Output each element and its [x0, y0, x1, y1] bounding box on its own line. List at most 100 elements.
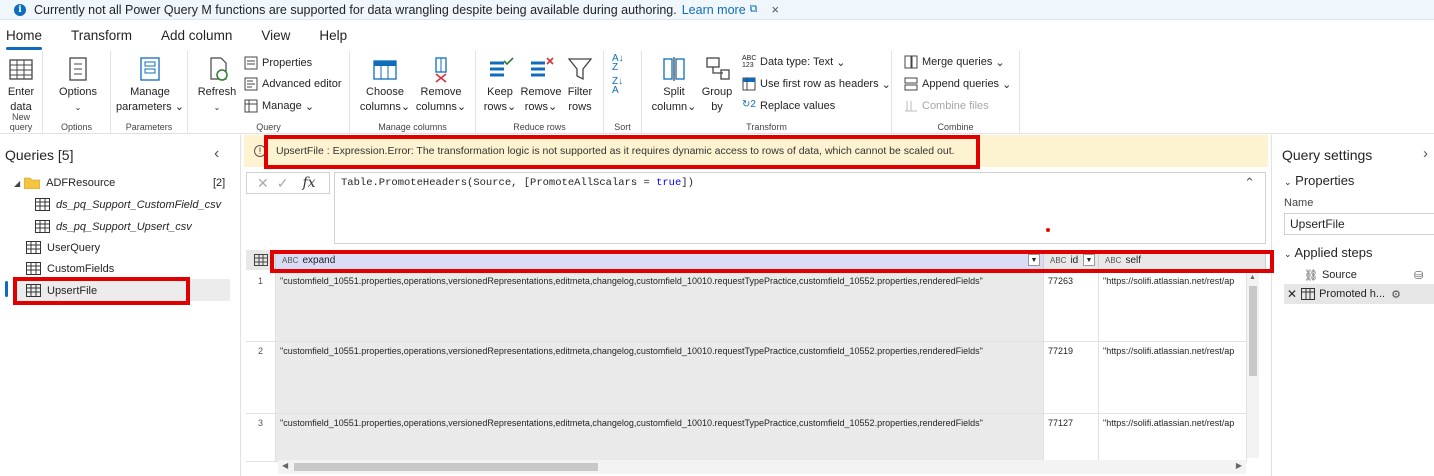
query-item[interactable]: CustomFields	[26, 262, 114, 275]
cell-expand[interactable]: "customfield_10551.properties,operations…	[276, 272, 1044, 342]
remove-rows-button[interactable]: Remove rows⌄	[520, 55, 562, 115]
query-item[interactable]: ds_pq_Support_Upsert_csv	[35, 220, 192, 233]
data-type-button[interactable]: ABC 123 Data type: Text ⌄	[742, 55, 845, 69]
cell-expand[interactable]: "customfield_10551.properties,operations…	[276, 414, 1044, 462]
text-type-icon[interactable]: ABC	[282, 256, 298, 265]
step-source[interactable]: ⛓ Source ⛁	[1284, 265, 1434, 285]
manage-button[interactable]: Manage ⌄	[244, 99, 314, 113]
text-type-icon[interactable]: ABC	[1050, 256, 1066, 265]
column-header-self[interactable]: ABC self	[1099, 250, 1266, 270]
remove-columns-text: columns	[415, 101, 457, 113]
vertical-scrollbar[interactable]: ▲	[1247, 272, 1259, 458]
scroll-thumb[interactable]	[1249, 286, 1257, 376]
folder-adfresource[interactable]: ◢ ADFResource	[14, 177, 115, 189]
tab-view[interactable]: View	[261, 24, 290, 47]
cell-self[interactable]: "https://solifi.atlassian.net/rest/ap	[1099, 414, 1247, 462]
enter-data-label-1: Enter	[7, 86, 35, 98]
advanced-editor-button[interactable]: Advanced editor	[244, 77, 342, 91]
append-queries-button[interactable]: Append queries ⌄	[904, 77, 1011, 91]
chevron-down-icon: ⌄	[1284, 177, 1292, 187]
query-item[interactable]: ds_pq_Support_CustomField_csv	[35, 198, 221, 211]
sort-descending-button[interactable]: Z↓ A	[612, 76, 624, 96]
column-dropdown-icon[interactable]: ▼	[1083, 254, 1095, 266]
tab-help[interactable]: Help	[319, 24, 347, 47]
parameters-icon	[140, 57, 160, 81]
column-dropdown-icon[interactable]: ▼	[1028, 254, 1040, 266]
keep-rows-button[interactable]: Keep rows⌄	[480, 55, 520, 115]
delete-step-icon[interactable]: ✕	[1287, 287, 1297, 301]
collapse-chevron-icon[interactable]: ‹	[214, 145, 219, 163]
options-button[interactable]: Options ⌄	[57, 55, 99, 115]
tab-add-column[interactable]: Add column	[161, 24, 232, 47]
enter-data-button[interactable]: Enter data	[4, 55, 38, 115]
collapse-formula-icon[interactable]: ⌃	[1244, 175, 1255, 191]
name-label: Name	[1284, 197, 1314, 209]
group-by-button[interactable]: Group by	[700, 55, 734, 115]
scroll-up-icon[interactable]: ▲	[1249, 274, 1256, 281]
learn-more-link[interactable]: Learn more	[682, 3, 746, 17]
remove-rows-icon	[531, 57, 554, 77]
gear-icon[interactable]: ⚙	[1391, 288, 1401, 301]
properties-section[interactable]: ⌄ Properties	[1284, 173, 1354, 188]
remove-columns-button[interactable]: Remove columns⌄	[412, 55, 470, 115]
table-row[interactable]: 3 "customfield_10551.properties,operatio…	[246, 414, 1247, 462]
append-queries-icon	[904, 77, 918, 91]
properties-button[interactable]: Properties	[244, 56, 312, 70]
applied-steps-section[interactable]: ⌄ Applied steps	[1284, 245, 1373, 260]
merge-queries-button[interactable]: Merge queries ⌄	[904, 55, 1005, 69]
query-label: UserQuery	[47, 241, 101, 254]
tab-home[interactable]: Home	[6, 24, 43, 50]
expand-triangle-icon[interactable]: ◢	[14, 179, 20, 188]
cell-self[interactable]: "https://solifi.atlassian.net/rest/ap	[1099, 342, 1247, 414]
scroll-thumb[interactable]	[294, 463, 598, 471]
combine-files-label: Combine files	[922, 100, 989, 112]
refresh-button[interactable]: Refresh ⌄	[196, 55, 238, 115]
text-type-icon[interactable]: ABC	[1105, 256, 1121, 265]
filter-rows-label-1: Filter	[567, 86, 593, 98]
chevron-down-icon: ⌄	[74, 103, 82, 112]
filter-rows-button[interactable]: Filter rows	[562, 55, 598, 115]
collapse-chevron-icon[interactable]: ›	[1423, 145, 1428, 162]
formula-controls: ✕ ✓ fx	[246, 172, 330, 194]
table-row[interactable]: 1 "customfield_10551.properties,operatio…	[246, 272, 1247, 342]
step-promoted-headers[interactable]: ✕ Promoted h... ⚙	[1284, 284, 1434, 304]
cell-id[interactable]: 77127	[1044, 414, 1099, 462]
cell-self[interactable]: "https://solifi.atlassian.net/rest/ap	[1099, 272, 1247, 342]
tab-transform[interactable]: Transform	[71, 24, 132, 47]
manage-parameters-button[interactable]: Manage parameters ⌄	[116, 55, 184, 115]
query-item-upsertfile[interactable]: UpsertFile	[26, 284, 97, 297]
close-banner-icon[interactable]: ×	[772, 2, 780, 17]
selection-indicator	[5, 281, 8, 297]
banner-message: Currently not all Power Query M function…	[34, 2, 677, 17]
sort-descending-icon: Z↓ A	[612, 76, 624, 96]
split-column-button[interactable]: Split column⌄	[648, 55, 700, 115]
query-item[interactable]: UserQuery	[26, 241, 100, 254]
column-header-id[interactable]: ABC id ▼	[1044, 250, 1099, 270]
combine-files-button[interactable]: Combine files	[904, 99, 989, 113]
step-settings-icon[interactable]: ⛁	[1414, 269, 1423, 282]
refresh-label: Refresh	[197, 86, 237, 98]
horizontal-scrollbar[interactable]: ◀ ▶	[278, 460, 1246, 474]
formula-input[interactable]: Table.PromoteHeaders(Source, [PromoteAll…	[334, 172, 1266, 244]
menu-tabs: Home Transform Add column View Help	[0, 20, 1434, 50]
sort-ascending-button[interactable]: A↓ Z	[612, 54, 624, 73]
commit-formula-icon[interactable]: ✓	[277, 175, 289, 192]
choose-columns-button[interactable]: Choose columns⌄	[358, 55, 412, 115]
column-header-expand[interactable]: ABC expand ▼	[276, 250, 1044, 270]
cell-id[interactable]: 77263	[1044, 272, 1099, 342]
cancel-formula-icon[interactable]: ✕	[257, 175, 269, 192]
split-column-label-2: column⌄	[651, 101, 697, 113]
cell-expand[interactable]: "customfield_10551.properties,operations…	[276, 342, 1044, 414]
select-all-table-icon[interactable]	[246, 250, 276, 270]
table-icon	[35, 220, 50, 233]
scroll-left-icon[interactable]: ◀	[282, 461, 288, 470]
fx-icon[interactable]: fx	[302, 175, 315, 191]
table-row[interactable]: 2 "customfield_10551.properties,operatio…	[246, 342, 1247, 414]
use-first-row-headers-button[interactable]: Use first row as headers ⌄	[742, 77, 891, 91]
cell-id[interactable]: 77219	[1044, 342, 1099, 414]
query-name-input[interactable]: UpsertFile	[1284, 213, 1434, 235]
replace-values-button[interactable]: ↻2 Replace values	[742, 99, 835, 113]
group-label: Sort	[614, 122, 631, 132]
scroll-right-icon[interactable]: ▶	[1236, 461, 1242, 470]
grid-header: ABC expand ▼ ABC id ▼ ABC self	[246, 250, 1266, 270]
